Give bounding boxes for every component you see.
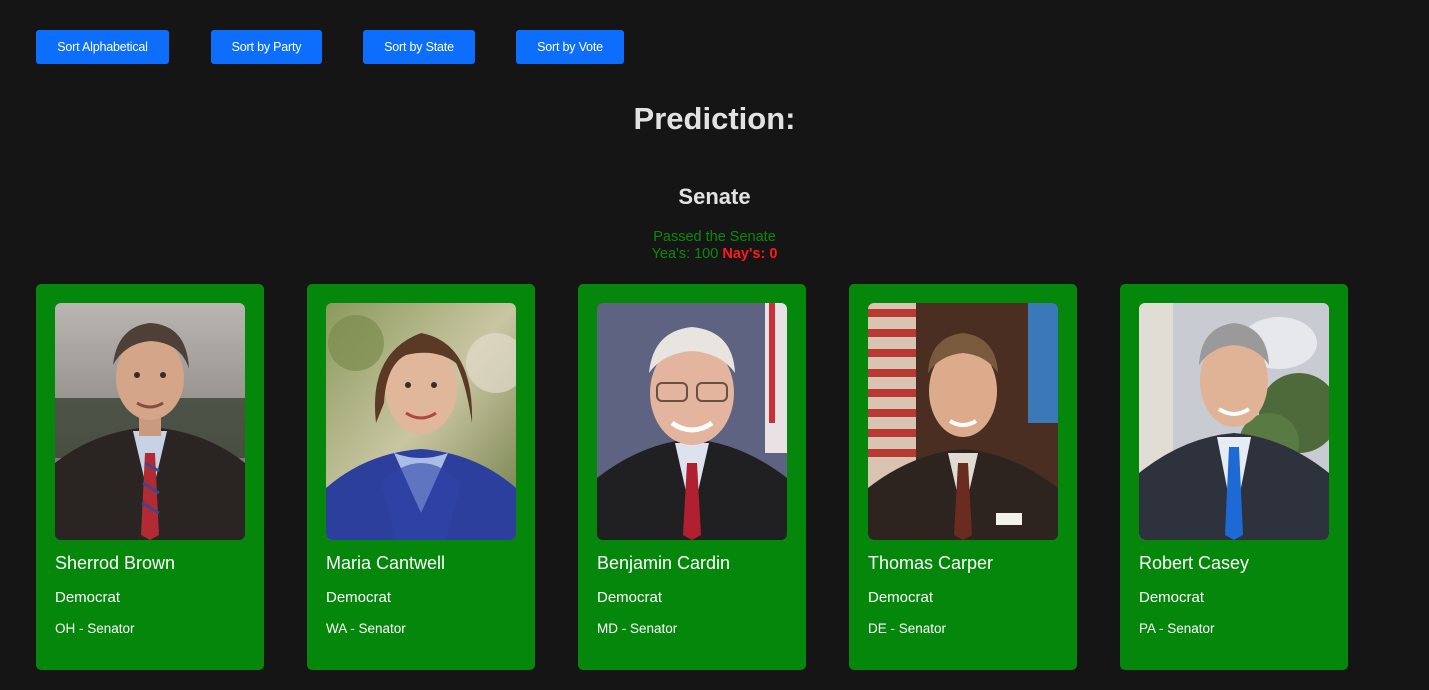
page-title: Prediction: [633,101,796,136]
nay-count: Nay's: 0 [722,246,778,262]
senator-photo [326,303,516,540]
senator-state: OH - Senator [55,621,135,636]
senator-photo [55,303,245,540]
senator-state: MD - Senator [597,621,678,636]
vote-status: Passed the Senate [653,229,776,245]
senator-card[interactable]: Thomas Carper Democrat DE - Senator [849,284,1077,670]
senator-party: Democrat [597,589,663,606]
yea-count: Yea's: 100 [651,246,719,262]
senator-card[interactable]: Benjamin Cardin Democrat MD - Senator [578,284,806,670]
senator-name: Thomas Carper [868,553,994,573]
sort-by-party-button[interactable]: Sort by Party [211,30,322,64]
senator-photo [1139,303,1329,540]
senator-card[interactable]: Maria Cantwell Democrat WA - Senator [307,284,535,670]
sort-alphabetical-button[interactable]: Sort Alphabetical [36,30,169,64]
senator-party: Democrat [55,589,121,606]
senator-state: PA - Senator [1139,621,1215,636]
sort-by-vote-button[interactable]: Sort by Vote [516,30,624,64]
senator-state: DE - Senator [868,621,947,636]
sort-by-state-button[interactable]: Sort by State [363,30,475,64]
senator-party: Democrat [1139,589,1205,606]
senator-card[interactable]: Sherrod Brown Democrat OH - Senator [36,284,264,670]
senator-card[interactable]: Robert Casey Democrat PA - Senator [1120,284,1348,670]
senator-name: Sherrod Brown [55,553,176,573]
vote-result: Passed the Senate Yea's: 100 Nay's: 0 [0,229,1429,263]
senator-state: WA - Senator [326,621,406,636]
chamber-title: Senate [678,184,751,209]
senator-name: Robert Casey [1139,553,1250,573]
senator-name: Benjamin Cardin [597,553,731,573]
senator-photo [597,303,787,540]
senator-party: Democrat [868,589,934,606]
senator-name: Maria Cantwell [326,553,446,573]
senator-photo [868,303,1058,540]
senator-party: Democrat [326,589,392,606]
